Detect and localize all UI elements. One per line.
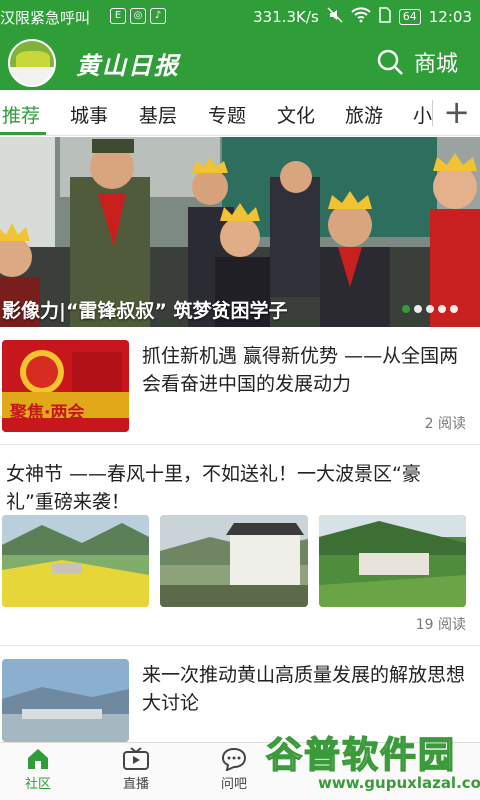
- shop-label[interactable]: 商城: [414, 46, 458, 78]
- tab-more[interactable]: 小: [413, 101, 432, 128]
- status-app-icons: E ◎ ♪: [110, 8, 166, 24]
- news-title[interactable]: 抓住新机遇 赢得新优势 ——从全国两会看奋进中国的发展动力: [142, 342, 462, 398]
- tab-recommend[interactable]: 推荐: [2, 101, 40, 128]
- read-count: 19 阅读: [415, 617, 466, 633]
- tab-culture[interactable]: 文化: [277, 101, 315, 128]
- status-carrier-text: 汉限紧急呼叫: [0, 9, 91, 27]
- tab-grassroots[interactable]: 基层: [139, 101, 177, 128]
- wifi-icon: [351, 7, 371, 27]
- tv-icon[interactable]: [122, 747, 150, 771]
- nav-live[interactable]: 直播: [106, 747, 166, 792]
- news-thumbnail: [2, 515, 149, 607]
- tab-divider: [432, 100, 433, 126]
- category-tabs: 推荐 城事 基层 专题 文化 旅游 小 +: [0, 90, 480, 136]
- nav-label[interactable]: 社区: [25, 777, 51, 792]
- add-channel-button[interactable]: +: [443, 94, 470, 130]
- news-thumbnail: 聚焦·两会: [2, 340, 129, 432]
- carousel-dot: [450, 305, 458, 313]
- search-icon[interactable]: [376, 48, 404, 76]
- news-thumbnail: [319, 515, 466, 607]
- news-title[interactable]: 女神节 ——春风十里，不如送礼！一大波景区“豪礼”重磅来袭！: [6, 460, 466, 516]
- app-header: 黄山日报 商城: [0, 34, 480, 90]
- news-item[interactable]: 聚焦·两会 抓住新机遇 赢得新优势 ——从全国两会看奋进中国的发展动力 2 阅读: [0, 327, 480, 445]
- mute-icon: [327, 7, 343, 27]
- active-tab-indicator: [0, 132, 46, 135]
- app-notification-icon: E: [110, 8, 126, 24]
- nav-ask[interactable]: 问吧: [204, 747, 264, 792]
- battery-indicator: 64: [398, 9, 421, 25]
- clock: 12:03: [428, 8, 472, 26]
- tiktok-icon: ♪: [150, 8, 166, 24]
- status-bar: 汉限紧急呼叫 E ◎ ♪ 331.3K/s 64 12:03: [0, 0, 480, 34]
- chat-icon[interactable]: [221, 747, 247, 771]
- site-watermark: 谷普软件园 www.gupuxlazal.com: [262, 726, 480, 798]
- nav-label[interactable]: 问吧: [221, 777, 247, 792]
- tab-travel[interactable]: 旅游: [345, 101, 383, 128]
- tab-city[interactable]: 城事: [70, 101, 108, 128]
- banner-carousel[interactable]: 影像力|“雷锋叔叔” 筑梦贫困学子: [0, 137, 480, 327]
- nav-label[interactable]: 直播: [123, 777, 149, 792]
- network-speed: 331.3K/s: [253, 8, 319, 26]
- news-title[interactable]: 来一次推动黄山高质量发展的解放思想大讨论: [142, 661, 468, 717]
- watermark-text: 谷普软件园: [265, 734, 457, 777]
- shop-button[interactable]: 商城: [376, 46, 458, 78]
- news-thumbnail: [160, 515, 308, 607]
- tab-special[interactable]: 专题: [208, 101, 246, 128]
- app-notification-icon: ◎: [130, 8, 146, 24]
- nav-community[interactable]: 社区: [8, 747, 68, 792]
- thumbnail-text: 聚焦·两会: [10, 403, 85, 423]
- brand-title: 黄山日报: [76, 51, 180, 80]
- carousel-dot: [414, 305, 422, 313]
- carousel-dot: [438, 305, 446, 313]
- app-logo[interactable]: [8, 39, 56, 87]
- watermark-url: www.gupuxlazal.com: [318, 774, 480, 792]
- carousel-dots: [402, 305, 458, 313]
- home-icon[interactable]: [25, 747, 51, 771]
- carousel-dot: [402, 305, 410, 313]
- sim-icon: [379, 7, 391, 27]
- news-item[interactable]: 女神节 ——春风十里，不如送礼！一大波景区“豪礼”重磅来袭！ 19 阅读: [0, 445, 480, 646]
- news-thumbnail: [2, 659, 129, 742]
- carousel-dot: [426, 305, 434, 313]
- read-count: 2 阅读: [424, 416, 466, 432]
